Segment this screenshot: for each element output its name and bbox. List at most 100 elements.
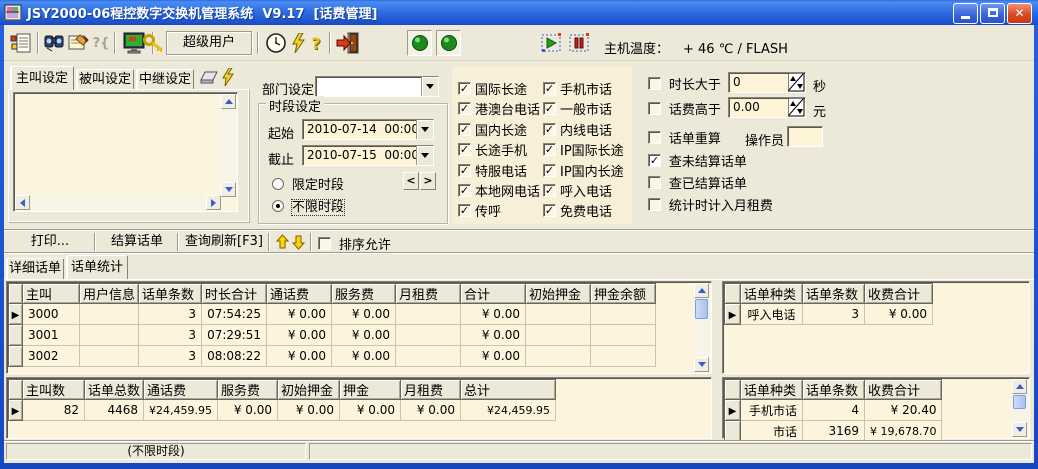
checkbox-checked-icon: ✓ (543, 204, 556, 217)
limited-period-radio[interactable]: 限定时段 (272, 174, 344, 193)
clock-icon[interactable] (264, 30, 288, 56)
print-button[interactable]: 打印... (10, 232, 90, 252)
tab-callee-setting[interactable]: 被叫设定 (76, 69, 134, 90)
header-row: 话单种类 话单条数 收费合计 (725, 284, 933, 304)
vertical-scrollbar[interactable] (694, 283, 710, 372)
tab-caller-setting[interactable]: 主叫设定 (10, 66, 74, 90)
range-stop-icon[interactable] (567, 30, 593, 56)
table-row[interactable]: ▶ 手机市话 4 ¥ 20.40 (725, 400, 942, 421)
monthly-fee-checkbox[interactable]: 统计时计入月租费 (648, 195, 773, 214)
calltype-long-mobile[interactable]: ✓长途手机 (458, 140, 543, 160)
separator (94, 233, 96, 251)
start-datetime-combobox[interactable]: 2010-07-14 00:00 (302, 119, 434, 140)
header-row: 主叫用户信息 话单条数时长合计 通话费服务费 月租费合计 初始押金押金余额 (9, 284, 656, 304)
caller-list-input[interactable] (13, 92, 238, 212)
calltype-extension[interactable]: ✓内线电话 (543, 120, 638, 140)
login-key-icon[interactable] (143, 30, 165, 56)
settle-button[interactable]: 结算话单 (100, 232, 174, 252)
checkbox-checked-icon: ✓ (458, 204, 471, 217)
super-user-button[interactable]: 超级用户 (166, 31, 252, 55)
fee-filter-checkbox[interactable]: 话费高于 (648, 99, 721, 118)
flash-query-icon[interactable] (290, 30, 306, 56)
table-row[interactable]: ▶ 3000 307:54:25 ¥ 0.00¥ 0.00 ¥ 0.00 (9, 304, 656, 325)
horizontal-scrollbar[interactable] (15, 195, 221, 210)
apply-lightning-icon[interactable] (222, 68, 234, 86)
exit-icon[interactable] (335, 30, 363, 56)
scroll-up-button[interactable] (694, 283, 709, 298)
unsettled-checkbox[interactable]: ✓ 查未结算话单 (648, 151, 747, 170)
table-row[interactable]: 3002 308:08:22 ¥ 0.00¥ 0.00 ¥ 0.00 (9, 346, 656, 367)
scroll-down-button[interactable] (1012, 422, 1027, 437)
tab-trunk-setting[interactable]: 中继设定 (136, 69, 194, 90)
calltype-ip-domestic[interactable]: ✓IP国内长途 (543, 161, 638, 181)
dept-combobox[interactable] (315, 76, 439, 97)
calltype-local-network[interactable]: ✓本地网电话 (458, 181, 543, 201)
maximize-button[interactable] (980, 3, 1005, 24)
scroll-right-button[interactable] (206, 195, 221, 210)
scroll-up-button[interactable] (1012, 379, 1027, 394)
calltype-paging[interactable]: ✓传呼 (458, 201, 543, 221)
end-datetime-combobox[interactable]: 2010-07-15 00:00 (302, 145, 434, 166)
scroll-down-button[interactable] (221, 182, 236, 197)
prev-day-button[interactable]: < (403, 172, 419, 190)
fee-value-field[interactable]: 0.00 (728, 97, 806, 118)
properties-icon[interactable] (66, 30, 90, 56)
search-icon[interactable] (42, 30, 66, 56)
eraser-icon[interactable] (199, 70, 219, 86)
table-row[interactable]: ▶ 呼入电话 3 ¥ 0.00 (725, 304, 933, 325)
calltype-mobile-local[interactable]: ✓手机市话 (543, 79, 638, 99)
calltype-hk-mo-tw[interactable]: ✓港澳台电话 (458, 99, 543, 119)
sort-allowed-checkbox[interactable]: 排序允许 (318, 234, 391, 253)
scroll-up-button[interactable] (221, 94, 236, 109)
close-button[interactable]: ✕ (1007, 3, 1032, 24)
calltype-ip-intl[interactable]: ✓IP国际长途 (543, 140, 638, 160)
spinner-icon[interactable] (788, 73, 805, 92)
scroll-left-button[interactable] (15, 195, 30, 210)
move-up-icon[interactable] (276, 234, 289, 250)
chevron-down-icon (421, 127, 429, 132)
dropdown-button[interactable] (416, 120, 433, 139)
table-row[interactable]: ▶ 824468 ¥24,459.95¥ 0.00 ¥ 0.00¥ 0.00 ¥… (9, 400, 556, 421)
dropdown-button[interactable] (416, 146, 433, 165)
move-down-icon[interactable] (292, 234, 305, 250)
calltype-domestic-long[interactable]: ✓国内长途 (458, 120, 543, 140)
scroll-down-button[interactable] (694, 357, 709, 372)
calltype-free[interactable]: ✓免费电话 (543, 201, 638, 221)
led-slot (407, 30, 432, 56)
recalc-checkbox[interactable]: 话单重算 (648, 128, 721, 147)
toolbar-separator (257, 32, 259, 54)
scroll-thumb[interactable] (695, 299, 708, 319)
spinner-icon[interactable] (788, 98, 805, 117)
vertical-scrollbar[interactable] (221, 94, 236, 197)
vertical-scrollbar[interactable] (1012, 379, 1028, 437)
checkbox-checked-icon: ✓ (458, 82, 471, 95)
window-border-bottom (0, 463, 1038, 469)
operator-input[interactable] (787, 126, 823, 147)
minimize-button[interactable] (953, 3, 978, 24)
checkbox-icon (648, 102, 661, 115)
caller-stats-panel: 主叫用户信息 话单条数时长合计 通话费服务费 月租费合计 初始押金押金余额 ▶ … (6, 281, 712, 374)
settled-checkbox[interactable]: 查已结算话单 (648, 173, 747, 192)
call-record-form-icon[interactable] (8, 30, 34, 56)
calltype-special-service[interactable]: ✓特服电话 (458, 161, 543, 181)
tab-record-stats[interactable]: 话单统计 (66, 255, 128, 279)
calltype-incoming[interactable]: ✓呼入电话 (543, 181, 638, 201)
duration-value-field[interactable]: 0 (728, 72, 806, 93)
calltype-intl-long[interactable]: ✓国际长途 (458, 79, 543, 99)
unlimited-period-radio[interactable]: 不限时段 (272, 196, 344, 215)
scroll-thumb[interactable] (1013, 395, 1026, 409)
action-bar: 打印... 结算话单 查询刷新[F3] 排序允许 (4, 232, 1034, 252)
table-row[interactable]: 3001 307:29:51 ¥ 0.00¥ 0.00 ¥ 0.00 (9, 325, 656, 346)
separator-line (4, 229, 1034, 231)
dropdown-button[interactable] (421, 77, 438, 96)
checkbox-checked-icon: ✓ (543, 123, 556, 136)
tab-detail-records[interactable]: 详细话单 (6, 258, 64, 279)
calltype-general-local[interactable]: ✓一般市话 (543, 99, 638, 119)
table-row[interactable]: 市话 3169 ¥ 19,678.70 (725, 421, 942, 442)
next-day-button[interactable]: > (420, 172, 436, 190)
separator (310, 233, 312, 251)
range-start-icon[interactable] (539, 30, 565, 56)
help-icon[interactable]: ? (307, 30, 325, 56)
refresh-button[interactable]: 查询刷新[F3] (183, 232, 265, 252)
duration-filter-checkbox[interactable]: 时长大于 (648, 74, 721, 93)
